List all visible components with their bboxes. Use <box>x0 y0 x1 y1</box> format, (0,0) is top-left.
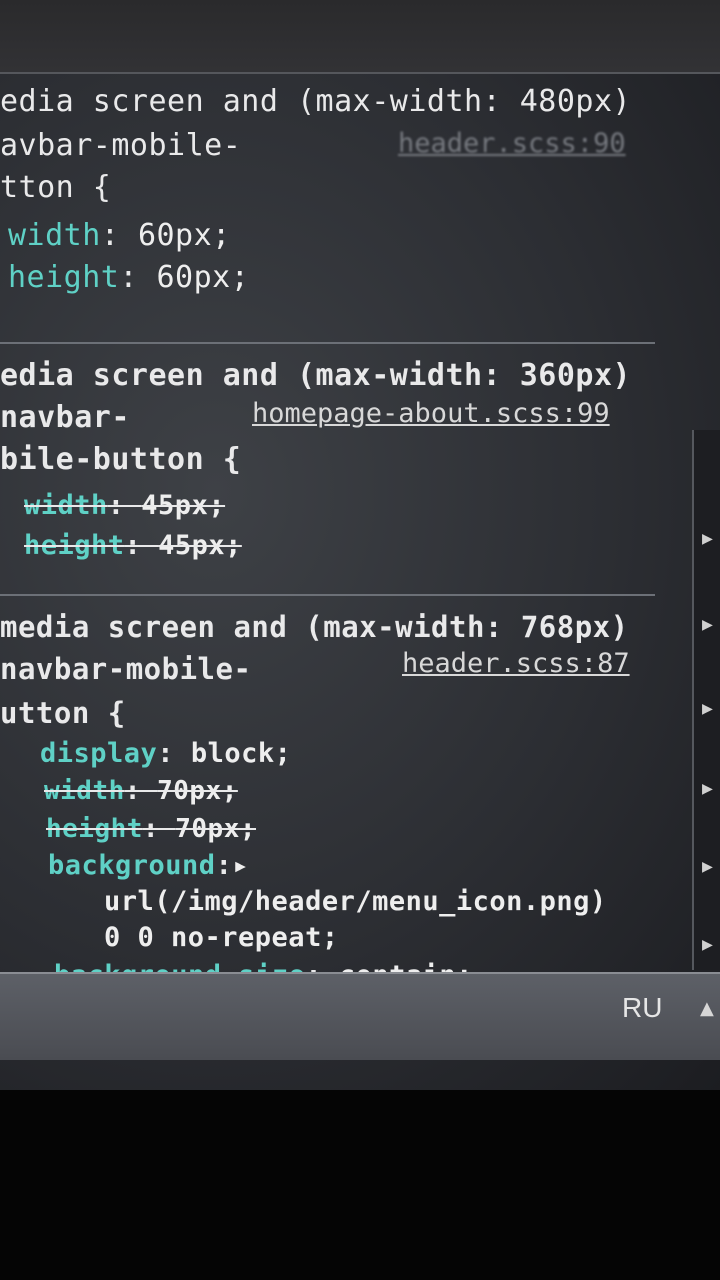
background-url-value[interactable]: url(/img/header/menu_icon.png) <box>104 886 607 917</box>
language-indicator[interactable]: RU <box>622 992 662 1024</box>
declaration-width[interactable]: width: 70px; <box>44 776 238 806</box>
rule-selector[interactable]: navbar-mobile- <box>0 652 251 686</box>
expand-arrow-icon[interactable]: ▶ <box>702 778 713 799</box>
monitor-screen: edia screen and (max-width: 480px) avbar… <box>0 0 720 1090</box>
declaration-background[interactable]: background:▸ <box>48 850 249 881</box>
media-query: edia screen and (max-width: 360px) <box>0 358 632 393</box>
rule-selector[interactable]: utton { <box>0 696 126 730</box>
rule-source-link[interactable]: header.scss:90 <box>398 128 626 159</box>
styles-pane: edia screen and (max-width: 480px) avbar… <box>0 72 690 991</box>
media-query: edia screen and (max-width: 480px) <box>0 84 632 119</box>
expand-arrow-icon[interactable]: ▶ <box>702 614 713 635</box>
expand-gutter: ▶ ▶ ▶ ▶ ▶ ▶ <box>692 430 720 970</box>
taskbar: RU ▲ <box>0 972 720 1060</box>
rule-selector[interactable]: tton { <box>0 170 111 205</box>
background-position-value: 0 0 no-repeat; <box>104 922 339 953</box>
tray-chevron-up-icon[interactable]: ▲ <box>700 998 714 1019</box>
expand-arrow-icon[interactable]: ▶ <box>702 698 713 719</box>
declaration-height[interactable]: height: 70px; <box>46 814 256 844</box>
declaration-display[interactable]: display: block; <box>40 738 291 769</box>
rule-source-link[interactable]: header.scss:87 <box>402 648 630 679</box>
rule-source-link[interactable]: homepage-about.scss:99 <box>252 398 610 429</box>
rule-divider <box>0 594 655 596</box>
rule-selector[interactable]: bile-button { <box>0 442 241 477</box>
expand-arrow-icon[interactable]: ▶ <box>702 856 713 877</box>
expand-arrow-icon[interactable]: ▸ <box>232 850 249 881</box>
rule-selector[interactable]: navbar- <box>0 400 130 435</box>
rule-selector[interactable]: avbar-mobile- <box>0 128 241 163</box>
expand-arrow-icon[interactable]: ▶ <box>702 528 713 549</box>
devtools-top-strip <box>0 0 720 74</box>
declaration-width[interactable]: width: 45px; <box>24 490 225 521</box>
expand-arrow-icon[interactable]: ▶ <box>702 934 713 955</box>
declaration-height[interactable]: height: 60px; <box>8 260 249 295</box>
declaration-height[interactable]: height: 45px; <box>24 530 242 561</box>
declaration-width[interactable]: width: 60px; <box>8 218 231 253</box>
media-query: media screen and (max-width: 768px) <box>0 610 629 644</box>
rule-divider <box>0 342 655 344</box>
